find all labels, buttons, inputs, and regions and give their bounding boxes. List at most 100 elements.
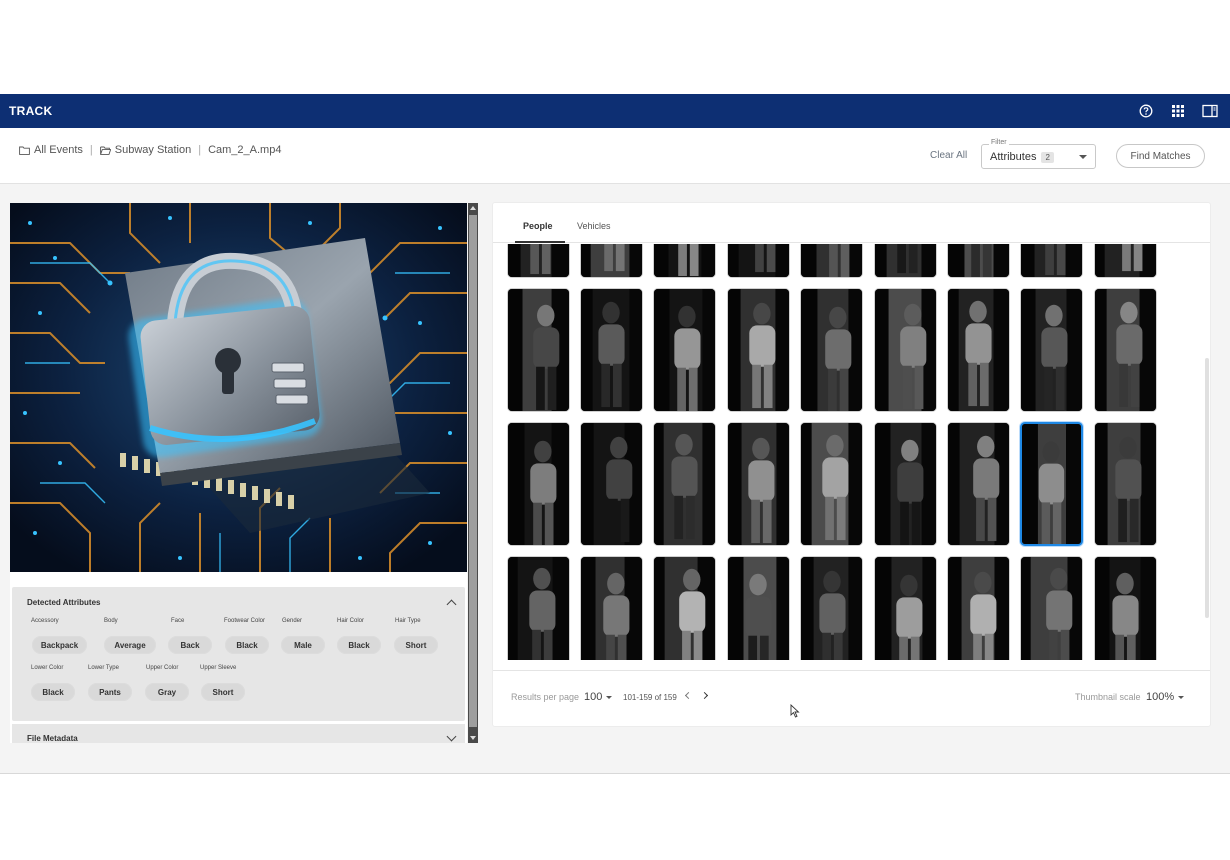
filter-value-label: Attributes [990,151,1037,163]
topbar-icons [1137,102,1221,120]
person-crop-image [1095,244,1156,277]
side-panel-icon[interactable] [1201,102,1219,120]
breadcrumb-file[interactable]: Cam_2_A.mp4 [208,144,281,156]
person-thumbnail[interactable] [507,556,570,660]
app-title: TRACK [9,104,53,118]
person-thumbnail[interactable] [1094,244,1157,278]
person-thumbnail[interactable] [1020,422,1083,546]
attr-label: Upper Color [146,665,179,671]
scrollbar-thumb[interactable] [469,215,477,727]
person-thumbnail[interactable] [800,556,863,660]
person-crop-image [1021,557,1082,660]
attr-chip-footwear-color: Black [225,636,269,654]
attr-label: Hair Type [395,618,421,624]
results-panel: People Vehicles Results per page 100 101… [492,202,1211,727]
file-metadata-card[interactable]: File Metadata [12,724,465,743]
person-thumbnail[interactable] [507,422,570,546]
detected-attributes-title: Detected Attributes [27,598,101,607]
person-thumbnail[interactable] [1020,288,1083,412]
results-per-page-select[interactable]: 100 [584,691,613,703]
person-crop-image [1021,244,1082,277]
person-thumbnail[interactable] [800,244,863,278]
prev-page-button[interactable] [683,690,693,702]
person-crop-image [581,557,642,660]
person-thumbnail[interactable] [1020,556,1083,660]
person-thumbnail[interactable] [727,556,790,660]
person-thumbnail[interactable] [507,244,570,278]
breadcrumb-separator: | [89,144,93,156]
app-window: TRACK All Events | Subway Station | Cam_… [0,94,1230,774]
person-thumbnail[interactable] [653,556,716,660]
person-thumbnail[interactable] [580,244,643,278]
person-thumbnail[interactable] [874,244,937,278]
person-crop-image [728,557,789,660]
clear-all-link[interactable]: Clear All [930,150,967,161]
help-icon[interactable] [1137,102,1155,120]
attr-label: Accessory [31,618,59,624]
person-thumbnail[interactable] [947,556,1010,660]
person-thumbnail[interactable] [947,244,1010,278]
person-thumbnail[interactable] [653,244,716,278]
attr-label: Lower Type [88,665,119,671]
page-range: 101-159 of 159 [623,693,677,702]
person-crop-image [508,423,569,545]
person-crop-image [948,423,1009,545]
person-crop-image [581,423,642,545]
folder-icon [19,146,30,155]
thumbnail-scale-select[interactable]: 100% [1146,691,1185,703]
person-crop-image [581,289,642,411]
person-thumbnail[interactable] [874,422,937,546]
person-thumbnail[interactable] [874,556,937,660]
expand-chevron-icon[interactable] [446,731,457,742]
thumbnail-grid [493,244,1210,660]
person-thumbnail[interactable] [727,244,790,278]
filter-select[interactable]: Filter Attributes 2 [981,139,1096,169]
person-thumbnail[interactable] [800,422,863,546]
person-crop-image [728,423,789,545]
attr-chip-upper-sleeve: Short [201,683,245,701]
tab-vehicles[interactable]: Vehicles [577,221,611,231]
person-crop-image [654,557,715,660]
next-page-button[interactable] [700,690,711,702]
person-thumbnail[interactable] [1020,244,1083,278]
person-thumbnail[interactable] [947,422,1010,546]
scroll-up-icon[interactable] [470,206,476,210]
apps-grid-icon[interactable] [1169,102,1187,120]
person-thumbnail[interactable] [1094,556,1157,660]
person-crop-image [728,289,789,411]
breadcrumb-separator: | [198,144,202,156]
attr-chip-lower-color: Black [31,683,75,701]
person-thumbnail[interactable] [1094,288,1157,412]
person-thumbnail[interactable] [1094,422,1157,546]
person-thumbnail[interactable] [580,422,643,546]
chevron-left-icon [684,691,693,700]
person-crop-image [1021,289,1082,411]
left-panel-scrollbar[interactable] [468,203,478,743]
person-thumbnail[interactable] [874,288,937,412]
breadcrumb-subway-station[interactable]: Subway Station [99,144,191,156]
person-thumbnail[interactable] [653,288,716,412]
person-crop-image [728,244,789,277]
breadcrumb-all-events[interactable]: All Events [19,144,83,156]
scroll-down-icon[interactable] [470,736,476,740]
person-thumbnail[interactable] [727,288,790,412]
grid-scrollbar[interactable] [1205,358,1209,618]
person-thumbnail[interactable] [580,288,643,412]
person-crop-image [1095,423,1156,545]
person-thumbnail[interactable] [653,422,716,546]
caret-down-icon [1079,155,1087,159]
mouse-cursor-icon [790,704,800,718]
person-thumbnail[interactable] [800,288,863,412]
person-crop-image [801,244,862,277]
find-matches-button[interactable]: Find Matches [1116,144,1205,168]
person-thumbnail[interactable] [947,288,1010,412]
person-thumbnail[interactable] [727,422,790,546]
filter-count-badge: 2 [1041,151,1054,163]
person-thumbnail[interactable] [580,556,643,660]
collapse-chevron-icon[interactable] [446,599,457,610]
results-footer: Results per page 100 101-159 of 159 Thum… [493,670,1210,726]
tab-people[interactable]: People [523,221,553,231]
person-crop-image [875,289,936,411]
person-thumbnail[interactable] [507,288,570,412]
person-crop-image [508,244,569,277]
